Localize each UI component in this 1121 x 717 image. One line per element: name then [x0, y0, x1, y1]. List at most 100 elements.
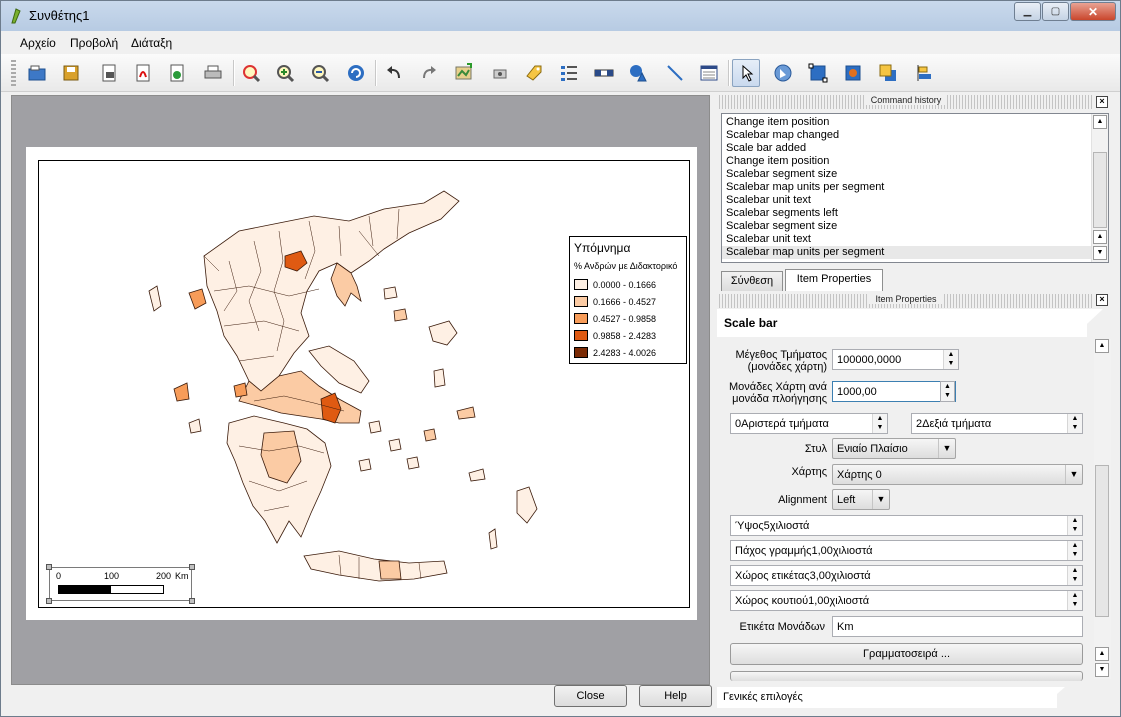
history-item[interactable]: Scale bar added [722, 142, 1108, 155]
command-history-list[interactable]: Change item position Scalebar map change… [721, 113, 1109, 263]
selection-handle[interactable] [46, 598, 52, 604]
composer-canvas[interactable]: Υπόμνημα % Ανδρών με Διδακτορικό 0.0000 … [11, 95, 710, 685]
selection-handle[interactable] [189, 564, 195, 570]
scroll-thumb[interactable] [1095, 465, 1109, 617]
help-button[interactable]: Help [639, 685, 712, 707]
history-item[interactable]: Scalebar unit text [722, 233, 1108, 246]
open-template-button[interactable] [23, 59, 51, 87]
height-input[interactable]: Ύψος5χιλιοστά ▲ ▼ [730, 515, 1083, 536]
scroll-down-arrow-icon[interactable]: ▼ [1095, 663, 1109, 677]
selection-handle[interactable] [46, 564, 52, 570]
export-svg-button[interactable] [163, 59, 191, 87]
close-button[interactable]: Close [554, 685, 627, 707]
scroll-up-arrow-icon[interactable]: ▲ [1095, 339, 1109, 353]
add-arrow-button[interactable] [661, 59, 689, 87]
spinner-arrows-icon[interactable]: ▲ ▼ [872, 414, 887, 433]
undo-button[interactable] [380, 59, 408, 87]
scroll-up-arrow-icon[interactable]: ▲ [1095, 647, 1109, 661]
spinner-arrows-icon[interactable]: ▲ ▼ [1067, 516, 1082, 535]
select-move-button[interactable] [732, 59, 760, 87]
scalebar-unit-label: Km [175, 571, 189, 581]
zoom-in-button[interactable] [271, 59, 299, 87]
refresh-button[interactable] [342, 59, 370, 87]
section-header-scalebar[interactable]: Scale bar [717, 309, 1087, 337]
history-item[interactable]: Scalebar segments left [722, 207, 1108, 220]
close-history-button[interactable]: × [1096, 96, 1108, 108]
close-window-button[interactable]: ✕ [1070, 2, 1116, 21]
history-item[interactable]: Scalebar map units per segment [722, 181, 1108, 194]
map-frame[interactable]: Υπόμνημα % Ανδρών με Διδακτορικό 0.0000 … [38, 160, 690, 608]
close-properties-button[interactable]: × [1096, 294, 1108, 306]
segment-size-input[interactable]: 100000,0000 ▲ ▼ [832, 349, 959, 370]
history-item[interactable]: Change item position [722, 116, 1108, 129]
font-button[interactable]: Γραμματοσειρά ... [730, 643, 1083, 665]
history-item[interactable]: Change item position [722, 155, 1108, 168]
map-scalebar[interactable]: 0 100 200 Km [46, 564, 195, 604]
add-shape-button[interactable] [624, 59, 652, 87]
next-button-partial[interactable] [730, 671, 1083, 681]
history-item[interactable]: Scalebar segment size [722, 220, 1108, 233]
add-legend-button[interactable] [555, 59, 583, 87]
add-table-button[interactable] [695, 59, 723, 87]
toolbar-handle[interactable] [11, 60, 16, 86]
history-scrollbar[interactable]: ▲ ▲ ▼ [1091, 114, 1108, 262]
selection-handle[interactable] [189, 598, 195, 604]
label-space-input[interactable]: Χώρος ετικέτας3,00χιλιοστά ▲ ▼ [730, 565, 1083, 586]
spinner-arrows-icon[interactable]: ▲ ▼ [1067, 591, 1082, 610]
properties-scrollbar[interactable]: ▲ ▲ ▼ [1094, 339, 1111, 679]
save-template-button[interactable] [57, 59, 85, 87]
add-label-button[interactable] [520, 59, 548, 87]
line-width-input[interactable]: Πάχος γραμμής1,00χιλιοστά ▲ ▼ [730, 540, 1083, 561]
print-button[interactable] [199, 59, 227, 87]
map-legend[interactable]: Υπόμνημα % Ανδρών με Διδακτορικό 0.0000 … [569, 236, 687, 364]
chevron-down-icon: ▼ [938, 439, 955, 458]
export-image-button[interactable] [95, 59, 123, 87]
zoom-full-button[interactable] [237, 59, 265, 87]
tab-item-properties[interactable]: Item Properties [785, 269, 883, 291]
legend-subtitle: % Ανδρών με Διδακτορικό [574, 261, 678, 271]
scroll-up-arrow-icon[interactable]: ▲ [1093, 230, 1107, 244]
scroll-thumb[interactable] [1093, 152, 1107, 228]
minimize-button[interactable]: ▁ [1014, 2, 1041, 21]
maximize-button[interactable]: ▢ [1042, 2, 1069, 21]
title-bar[interactable]: Συνθέτης1 ▁ ▢ ✕ [1, 1, 1120, 31]
scroll-up-arrow-icon[interactable]: ▲ [1093, 115, 1107, 129]
add-scalebar-button[interactable] [590, 59, 618, 87]
history-item-selected[interactable]: Scalebar map units per segment [722, 246, 1108, 259]
general-options-section[interactable]: Γενικές επιλογές [717, 687, 1057, 708]
menu-view[interactable]: Προβολή [70, 36, 118, 50]
zoom-out-button[interactable] [306, 59, 334, 87]
style-dropdown[interactable]: Ενιαίο Πλαίσιο ▼ [832, 438, 956, 459]
add-map-button[interactable] [450, 59, 478, 87]
box-space-input[interactable]: Χώρος κουτιού1,00χιλιοστά ▲ ▼ [730, 590, 1083, 611]
export-pdf-button[interactable] [129, 59, 157, 87]
align-items-button[interactable] [910, 59, 938, 87]
history-item[interactable]: Scalebar unit text [722, 194, 1108, 207]
segments-right-input[interactable]: 2Δεξιά τμήματα ▲ ▼ [911, 413, 1083, 434]
segments-left-input[interactable]: 0Αριστερά τμήματα ▲ ▼ [730, 413, 888, 434]
spinner-arrows-icon[interactable]: ▲ ▼ [943, 350, 958, 369]
menu-layout[interactable]: Διάταξη [131, 36, 172, 50]
menu-file[interactable]: Αρχείο [20, 36, 56, 50]
spinner-arrows-icon[interactable]: ▲ ▼ [1067, 414, 1082, 433]
spinner-arrows-icon[interactable]: ▲ ▼ [1067, 566, 1082, 585]
map-region-rhodes [516, 486, 538, 524]
add-arrow-icon [667, 65, 683, 81]
history-item[interactable]: Scalebar segment size [722, 168, 1108, 181]
add-image-button[interactable] [486, 59, 514, 87]
move-content-button[interactable] [769, 59, 797, 87]
spinner-arrows-icon[interactable]: ▲ ▼ [1067, 541, 1082, 560]
map-region-heraklion [378, 560, 402, 580]
map-dropdown[interactable]: Χάρτης 0 ▼ [832, 464, 1083, 485]
group-button[interactable] [804, 59, 832, 87]
unit-label-input[interactable]: Km [832, 616, 1083, 637]
alignment-dropdown[interactable]: Left ▼ [832, 489, 890, 510]
ungroup-button[interactable] [839, 59, 867, 87]
redo-button[interactable] [415, 59, 443, 87]
history-item[interactable]: Scalebar map changed [722, 129, 1108, 142]
raise-items-button[interactable] [874, 59, 902, 87]
map-units-spinner[interactable]: ▲ ▼ [940, 381, 955, 402]
map-units-input[interactable]: 1000,00 [832, 381, 956, 402]
scroll-down-arrow-icon[interactable]: ▼ [1093, 246, 1107, 260]
tab-composition[interactable]: Σύνθεση [721, 271, 783, 291]
